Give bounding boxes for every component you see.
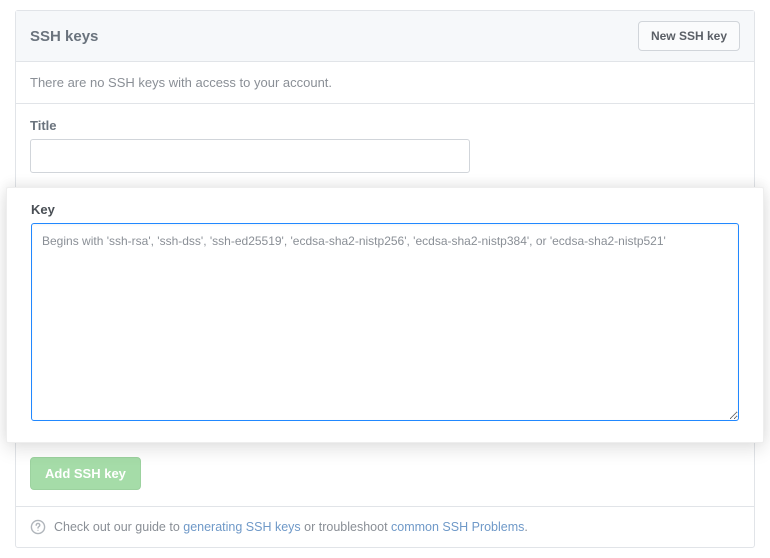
help-icon [30,519,46,535]
key-field-highlight: Key [6,187,764,443]
footer-text: Check out our guide to generating SSH ke… [54,520,528,534]
title-input[interactable] [30,139,470,173]
footer-prefix: Check out our guide to [54,520,183,534]
ssh-keys-panel: SSH keys New SSH key There are no SSH ke… [15,10,755,548]
key-label: Key [31,202,739,217]
generating-ssh-keys-link[interactable]: generating SSH keys [183,520,300,534]
empty-state-message: There are no SSH keys with access to you… [16,62,754,104]
title-label: Title [30,118,740,133]
footer-suffix: . [524,520,527,534]
panel-title: SSH keys [30,28,98,45]
panel-footer: Check out our guide to generating SSH ke… [16,506,754,547]
common-ssh-problems-link[interactable]: common SSH Problems [391,520,524,534]
add-ssh-key-button[interactable]: Add SSH key [30,457,141,490]
key-textarea[interactable] [31,223,739,421]
title-field-group: Title [30,118,740,173]
panel-header: SSH keys New SSH key [16,11,754,62]
new-ssh-key-button[interactable]: New SSH key [638,21,740,51]
footer-middle: or troubleshoot [301,520,391,534]
add-key-form: Title Key Add SSH key [16,104,754,506]
